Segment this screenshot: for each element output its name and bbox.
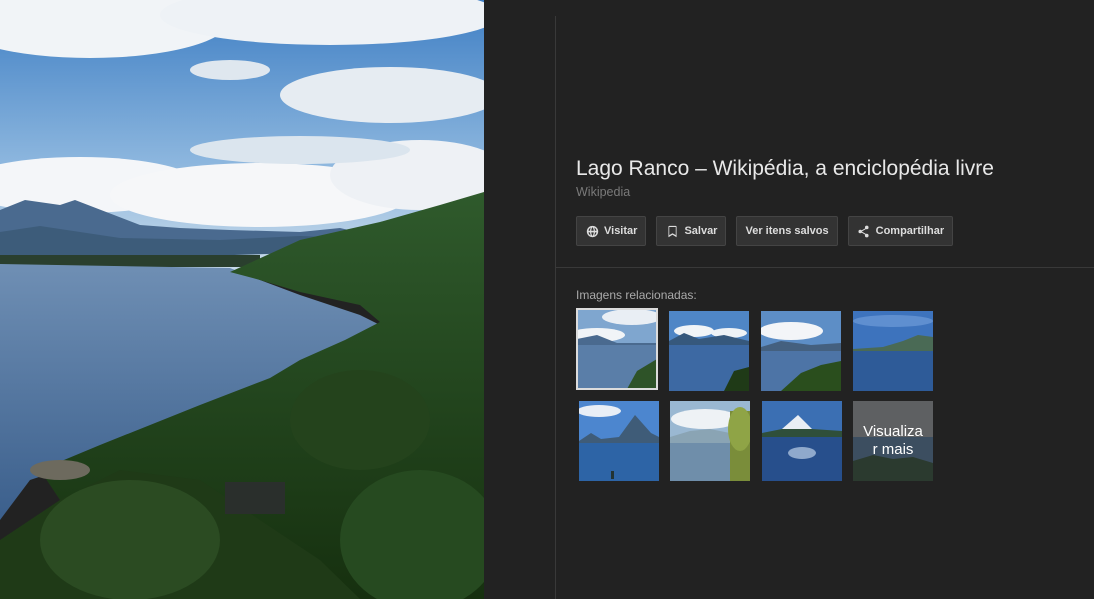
related-image-thumbnail[interactable]: [761, 311, 841, 391]
share-icon: [857, 224, 871, 238]
panel-divider-vertical: [555, 16, 556, 599]
related-image-thumbnail[interactable]: [579, 401, 659, 481]
related-image-thumbnail[interactable]: [670, 401, 750, 481]
share-button[interactable]: Compartilhar: [847, 216, 954, 246]
view-more-label: Visualizar mais: [853, 401, 933, 481]
visit-label: Visitar: [604, 225, 638, 237]
view-saved-button[interactable]: Ver itens salvos: [736, 216, 838, 246]
view-saved-label: Ver itens salvos: [745, 225, 829, 237]
related-image-thumbnail[interactable]: [669, 311, 749, 391]
save-button[interactable]: Salvar: [656, 216, 727, 246]
bookmark-icon: [665, 224, 679, 238]
view-more-button[interactable]: Visualizar mais: [853, 401, 933, 481]
result-source: Wikipedia: [576, 185, 631, 199]
related-image-thumbnail[interactable]: [853, 311, 933, 391]
related-image-thumbnail[interactable]: [576, 308, 658, 390]
share-label: Compartilhar: [875, 225, 945, 237]
related-images-label: Imagens relacionadas:: [576, 288, 697, 302]
related-image-thumbnail[interactable]: [762, 401, 842, 481]
result-title-link[interactable]: Lago Ranco – Wikipédia, a enciclopédia l…: [576, 157, 994, 181]
panel-divider-horizontal: [556, 267, 1094, 268]
globe-icon: [585, 224, 599, 238]
main-image[interactable]: [0, 0, 484, 599]
save-label: Salvar: [684, 225, 718, 237]
visit-button[interactable]: Visitar: [576, 216, 647, 246]
action-buttons: Visitar Salvar Ver itens salvos Comparti…: [576, 216, 954, 246]
